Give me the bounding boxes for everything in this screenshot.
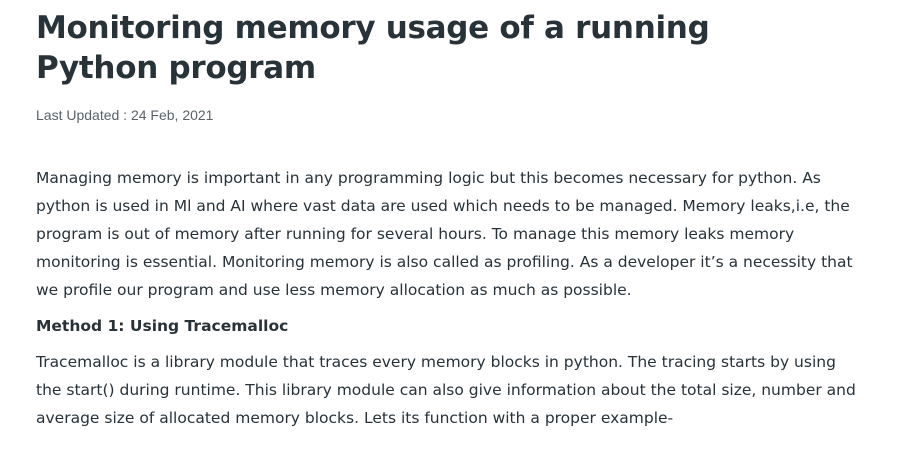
intro-paragraph: Managing memory is important in any prog… (36, 169, 853, 299)
method-heading: Method 1: Using Tracemalloc (36, 317, 289, 335)
method-paragraph: Tracemalloc is a library module that tra… (36, 353, 856, 427)
last-updated-label: Last Updated : (36, 107, 131, 123)
last-updated: Last Updated : 24 Feb, 2021 (36, 106, 873, 124)
article-body: Managing memory is important in any prog… (36, 164, 873, 432)
last-updated-date: 24 Feb, 2021 (130, 107, 214, 123)
article-title: Monitoring memory usage of a running Pyt… (36, 10, 710, 86)
article: Monitoring memory usage of a running Pyt… (0, 0, 913, 464)
